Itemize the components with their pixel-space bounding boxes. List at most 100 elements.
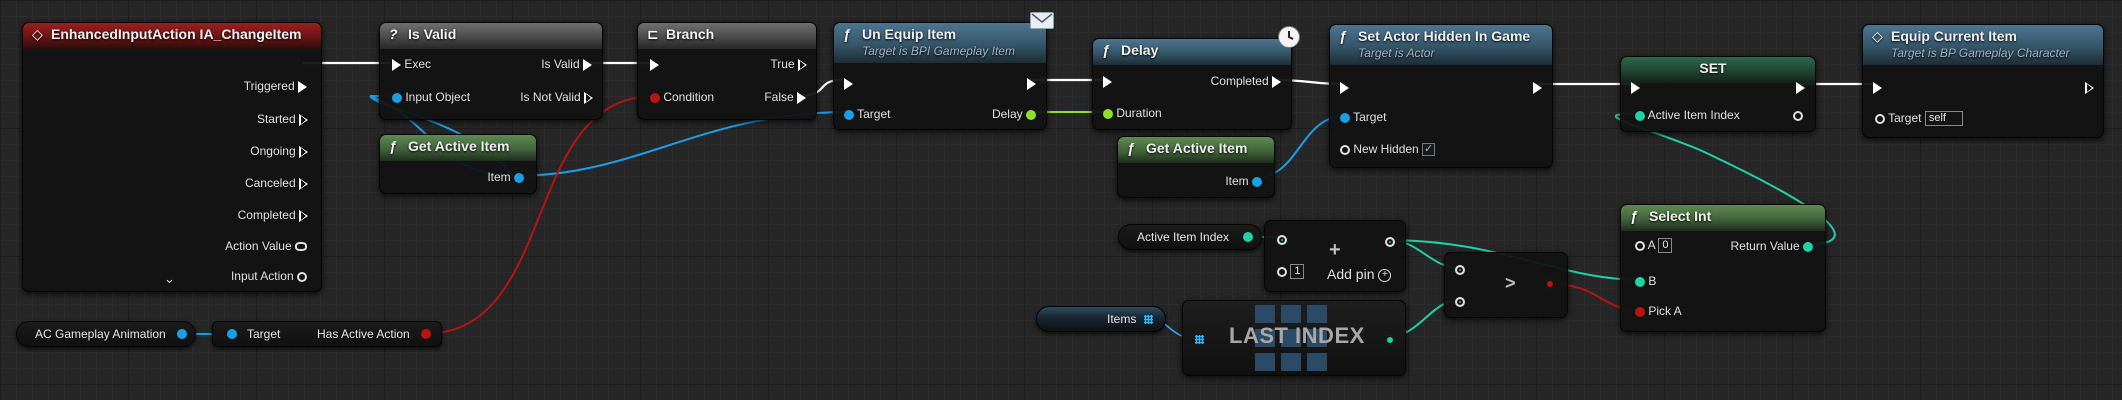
wire-item-target (512, 111, 851, 177)
pin-exec-in[interactable] (1103, 73, 1112, 89)
last-index-node[interactable]: LAST INDEX (1182, 300, 1406, 376)
array-pin-icon (1144, 315, 1153, 324)
object-pin-icon (844, 109, 854, 120)
branch-title: Branch (666, 26, 715, 42)
equip-current-item-node[interactable]: ◇ Equip Current Item Target is BP Gameplay… (1862, 24, 2104, 138)
exec-pin-icon (298, 80, 307, 93)
branch-node[interactable]: ⊏ Branch Condition True False (637, 22, 817, 120)
pin-exec[interactable]: Exec (392, 56, 431, 72)
pin-is-not-valid[interactable]: Is Not Valid (520, 89, 593, 105)
pin-action-value[interactable]: Action Value (225, 238, 307, 254)
pin-array-in[interactable] (1195, 331, 1204, 347)
pin-completed[interactable]: Completed (1211, 73, 1281, 89)
has-active-action-node[interactable]: Target Has Active Action (212, 321, 442, 347)
select-int-node[interactable]: ƒ Select Int A 0 B Pick A Return Value (1620, 204, 1826, 332)
pin-return-value[interactable]: Return Value (1731, 238, 1813, 254)
is-valid-node[interactable]: ? Is Valid Exec Input Object Is Valid Is … (379, 22, 603, 120)
set-actor-hidden-node[interactable]: ƒ Set Actor Hidden In Game Target is Actor… (1329, 24, 1553, 168)
exec-pin-icon (1103, 75, 1112, 88)
pin-pick-a[interactable]: Pick A (1635, 303, 1682, 319)
pin-greater-b[interactable] (1455, 293, 1465, 309)
pin-input-action[interactable]: Input Action (231, 268, 307, 284)
exec-pin-icon (797, 91, 806, 104)
pin-item[interactable]: Item (487, 169, 524, 185)
pin-canceled[interactable]: Canceled (245, 175, 308, 191)
pin-target[interactable]: Target (1340, 109, 1386, 125)
object-pin-icon (1340, 112, 1350, 123)
new-hidden-checkbox[interactable]: ✓ (1422, 143, 1436, 157)
pin-exec-in[interactable] (1873, 79, 1882, 95)
envelope-icon (1030, 12, 1054, 29)
pin-greater-a[interactable] (1455, 261, 1465, 277)
ac-gameplay-animation-variable[interactable]: AC Gameplay Animation (16, 321, 196, 347)
pin-condition[interactable]: Condition (650, 89, 714, 105)
pin-exec-in[interactable] (650, 56, 659, 72)
pin-a[interactable]: A 0 (1635, 237, 1673, 254)
pin-item[interactable]: Item (1225, 173, 1262, 189)
target-self-field[interactable]: self (1924, 111, 1963, 127)
function-icon: ƒ (1339, 28, 1347, 44)
pin-active-item-index-out[interactable] (1793, 107, 1803, 123)
pin-exec-out[interactable] (1027, 75, 1036, 91)
pin-target[interactable]: Target (844, 106, 890, 122)
pin-started[interactable]: Started (257, 111, 308, 127)
pin-input-object[interactable]: Input Object (392, 89, 470, 105)
add-pin-button[interactable]: Add pin + (1327, 266, 1392, 282)
delay-node[interactable]: ƒ Delay Completed Duration (1092, 38, 1292, 130)
pin-exec-out[interactable] (1533, 79, 1542, 95)
chevron-down-icon[interactable]: ⌄ (164, 271, 175, 287)
pin-exec-out[interactable] (1796, 79, 1805, 95)
add-circle-icon: + (1378, 268, 1392, 282)
pin-greater-out[interactable] (1545, 275, 1555, 291)
pin-add-out[interactable] (1385, 233, 1395, 249)
object-pin-icon (514, 172, 524, 183)
greater-node[interactable]: > (1444, 252, 1568, 318)
pin-completed[interactable]: Completed (238, 207, 308, 223)
pin-active-item-index[interactable]: Active Item Index (1635, 107, 1740, 123)
pin-false[interactable]: False (764, 89, 806, 105)
exec-pin-icon (1027, 77, 1036, 90)
get-active-item-node-2[interactable]: ƒ Get Active Item Item (1117, 136, 1275, 198)
set-hidden-subtitle: Target is Actor (1358, 46, 1435, 60)
pin-exec-in[interactable] (844, 75, 853, 91)
add-b-value-field[interactable]: 1 (1290, 264, 1305, 280)
pin-exec-out[interactable] (2085, 79, 2094, 95)
event-title: EnhancedInputAction IA_ChangeItem (51, 26, 302, 42)
a-value-field[interactable]: 0 (1658, 238, 1673, 254)
equip-title: Equip Current Item (1891, 28, 2018, 44)
enhanced-input-action-event-node[interactable]: ◇ EnhancedInputAction IA_ChangeItem Trigg… (22, 22, 322, 292)
bool-pin-icon (650, 92, 660, 103)
pin-last-index-out[interactable] (1385, 331, 1395, 347)
set-variable-node[interactable]: SET Active Item Index (1620, 56, 1816, 132)
pin-ongoing[interactable]: Ongoing (250, 143, 308, 159)
object-pin-icon (177, 329, 187, 339)
add-int-node[interactable]: 1 + Add pin + (1264, 220, 1406, 292)
exec-pin-icon (392, 58, 401, 71)
array-pin-icon (1195, 335, 1204, 345)
exec-pin-hollow-icon (798, 58, 807, 71)
pin-exec-in[interactable] (1631, 79, 1640, 95)
pin-target[interactable]: Target self (1875, 110, 1963, 127)
pin-new-hidden[interactable]: New Hidden ✓ (1340, 141, 1436, 157)
function-icon: ƒ (843, 26, 851, 42)
float-pin-icon (1026, 109, 1036, 120)
int-pin-icon (1635, 240, 1645, 251)
items-variable[interactable]: Items (1036, 306, 1166, 332)
active-item-index-variable[interactable]: Active Item Index (1118, 224, 1262, 250)
object-pin-icon (1252, 176, 1262, 187)
get-active-item-node[interactable]: ƒ Get Active Item Item (379, 134, 537, 194)
pin-triggered[interactable]: Triggered (244, 78, 307, 94)
pin-b[interactable]: B (1635, 273, 1656, 289)
int-pin-icon (1277, 234, 1287, 245)
select-int-title: Select Int (1649, 208, 1712, 224)
branch-icon: ⊏ (647, 26, 659, 42)
pin-true[interactable]: True (770, 56, 807, 72)
pin-delay[interactable]: Delay (992, 106, 1036, 122)
pin-is-valid[interactable]: Is Valid (541, 56, 592, 72)
pin-exec-in[interactable] (1340, 79, 1349, 95)
get-active-item-title: Get Active Item (408, 138, 510, 154)
pin-add-a[interactable] (1277, 231, 1287, 247)
pin-duration[interactable]: Duration (1103, 105, 1162, 121)
unequip-item-node[interactable]: ƒ Un Equip Item Target is BPI Gameplay Ite… (833, 22, 1047, 130)
pin-add-b[interactable]: 1 (1277, 263, 1305, 280)
